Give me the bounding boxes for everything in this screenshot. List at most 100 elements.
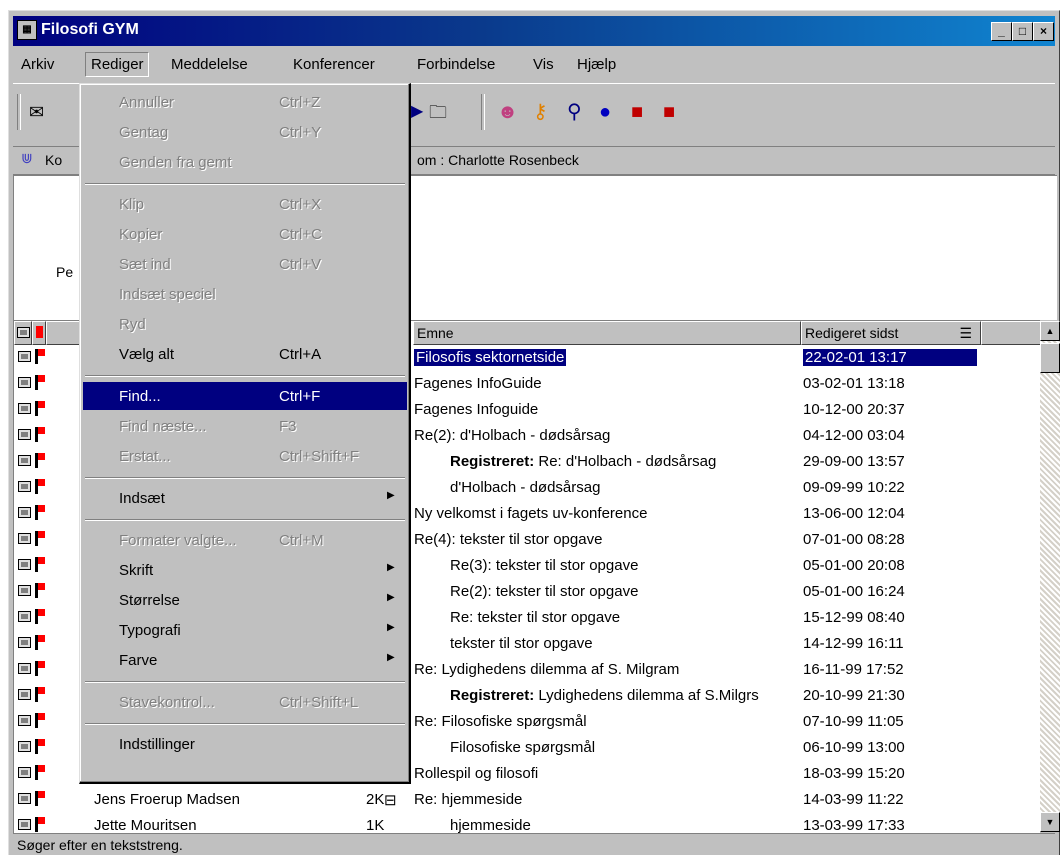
minimize-button[interactable]: _	[991, 22, 1012, 41]
menu-item-find-næste[interactable]: Find næste... F3	[83, 412, 407, 440]
row-subject: Rollespil og filosofi	[414, 765, 539, 782]
menu-item-vælg-alt[interactable]: Vælg alt Ctrl+A	[83, 340, 407, 368]
mail-icon	[18, 377, 31, 388]
menu-item-gentag[interactable]: Gentag Ctrl+Y	[83, 118, 407, 146]
menu-konferencer[interactable]: Konferencer	[293, 56, 375, 73]
flag-icon	[35, 687, 45, 702]
row-subject: Re(2): tekster til stor opgave	[450, 583, 639, 600]
mail-icon	[18, 351, 31, 362]
scroll-up-icon[interactable]: ▲	[1040, 321, 1060, 341]
menu-hjaelp[interactable]: Hjælp	[577, 56, 616, 73]
mail-icon	[18, 793, 31, 804]
menu-item-label: Stavekontrol...	[119, 694, 215, 711]
menu-item-shortcut: Ctrl+M	[279, 532, 324, 549]
users-icon[interactable]: ☻	[497, 100, 518, 124]
menu-item-farve[interactable]: Farve ▶	[83, 646, 407, 674]
menu-item-typografi[interactable]: Typografi ▶	[83, 616, 407, 644]
row-date: 07-10-99 11:05	[803, 713, 904, 730]
close-button[interactable]: ×	[1033, 22, 1054, 41]
menu-item-stavekontrol[interactable]: Stavekontrol... Ctrl+Shift+L	[83, 688, 407, 716]
menu-item-label: Indstillinger	[119, 736, 195, 753]
mail-icon	[18, 741, 31, 752]
menu-item-shortcut: Ctrl+V	[279, 256, 322, 273]
row-date: 10-12-00 20:37	[803, 401, 905, 418]
maximize-button[interactable]: □	[1012, 22, 1033, 41]
menu-separator	[85, 183, 405, 185]
flag-icon	[35, 505, 45, 520]
flag-icon	[35, 583, 45, 598]
row-date: 03-02-01 13:18	[803, 375, 905, 392]
menu-item-formater-valgte[interactable]: Formater valgte... Ctrl+M	[83, 526, 407, 554]
vertical-scrollbar[interactable]: ▲ ▼	[1040, 321, 1060, 832]
bomb-icon[interactable]: ●	[599, 100, 611, 124]
column-header-empty	[981, 321, 1040, 345]
menu-item-kopier[interactable]: Kopier Ctrl+C	[83, 220, 407, 248]
row-subject: Re(3): tekster til stor opgave	[450, 557, 639, 574]
menu-item-shortcut: Ctrl+Shift+F	[279, 448, 360, 465]
mail-icon	[18, 585, 31, 596]
scroll-thumb[interactable]	[1040, 343, 1060, 373]
forward-icon[interactable]: ▶	[411, 100, 423, 124]
menu-item-skrift[interactable]: Skrift ▶	[83, 556, 407, 584]
column-header-edited[interactable]: Redigeret sidst ☰	[801, 321, 981, 345]
flag-up-icon[interactable]: ■	[663, 100, 675, 124]
flag-down-icon[interactable]: ■	[631, 100, 643, 124]
flag-icon	[35, 609, 45, 624]
mail-icon	[18, 507, 31, 518]
row-subject: tekster til stor opgave	[450, 635, 593, 652]
menu-item-sæt-ind[interactable]: Sæt ind Ctrl+V	[83, 250, 407, 278]
keys-icon[interactable]: ⚷	[533, 100, 548, 124]
menu-item-erstat[interactable]: Erstat... Ctrl+Shift+F	[83, 442, 407, 470]
mail-icon	[18, 403, 31, 414]
menu-rediger[interactable]: Rediger	[85, 52, 149, 77]
row-date: 18-03-99 15:20	[803, 765, 905, 782]
menu-item-shortcut: Ctrl+Y	[279, 124, 322, 141]
search-icon[interactable]: ⚲	[567, 100, 582, 124]
flag-icon	[35, 791, 45, 806]
row-date: 05-01-00 16:24	[803, 583, 905, 600]
scroll-down-icon[interactable]: ▼	[1040, 812, 1060, 832]
menu-item-indstillinger[interactable]: Indstillinger	[83, 730, 407, 758]
menu-item-label: Annuller	[119, 94, 175, 111]
menu-item-annuller[interactable]: Annuller Ctrl+Z	[83, 88, 407, 116]
menu-item-indsæt-speciel[interactable]: Indsæt speciel	[83, 280, 407, 308]
row-subject: Ny velkomst i fagets uv-konference	[414, 505, 648, 522]
menu-item-find[interactable]: Find... Ctrl+F	[83, 382, 407, 410]
column-header-subject[interactable]: Emne	[413, 321, 801, 345]
open-folder-icon[interactable]: 🗀	[429, 100, 447, 124]
submenu-arrow-icon: ▶	[387, 592, 395, 603]
title-bar[interactable]: ▦ Filosofi GYM _ □ ×	[13, 16, 1055, 46]
menu-vis[interactable]: Vis	[533, 56, 554, 73]
menu-item-ryd[interactable]: Ryd	[83, 310, 407, 338]
message-row[interactable]: Jette Mouritsen 1K hjemmeside 13-03-99 17:3…	[14, 814, 1040, 833]
menu-item-størrelse[interactable]: Størrelse ▶	[83, 586, 407, 614]
menu-meddelelse[interactable]: Meddelelse	[171, 56, 248, 73]
menu-separator	[85, 723, 405, 725]
column-icon-mail[interactable]	[14, 321, 32, 345]
flag-icon	[35, 713, 45, 728]
rediger-dropdown-menu: Annuller Ctrl+Z Gentag Ctrl+Y Genden fra gem…	[79, 83, 411, 784]
row-subject: Filosofiske spørgsmål	[450, 739, 596, 756]
mail-icon	[18, 767, 31, 778]
message-row[interactable]: Jens Froerup Madsen 2K ⊟ Re: hjemmeside 14-0…	[14, 788, 1040, 814]
new-message-icon[interactable]: ✉	[29, 100, 44, 124]
menu-item-indsæt[interactable]: Indsæt ▶	[83, 484, 407, 512]
menu-item-genden-fra-gemt[interactable]: Genden fra gemt	[83, 148, 407, 176]
app-icon[interactable]: ▦	[17, 20, 37, 40]
column-icon-flag[interactable]	[32, 321, 46, 345]
mail-icon	[18, 559, 31, 570]
menu-item-shortcut: Ctrl+C	[279, 226, 322, 243]
mail-icon	[18, 689, 31, 700]
row-author: Jens Froerup Madsen	[94, 791, 240, 808]
menu-bar: Arkiv Rediger Meddelelse Konferencer For…	[13, 49, 1055, 79]
menu-arkiv[interactable]: Arkiv	[21, 56, 54, 73]
registered-label: Registreret:	[450, 687, 535, 704]
mail-icon	[18, 533, 31, 544]
mail-icon	[18, 663, 31, 674]
row-subject: hjemmeside	[450, 817, 531, 833]
flag-icon	[35, 817, 45, 832]
menu-item-klip[interactable]: Klip Ctrl+X	[83, 190, 407, 218]
menu-item-label: Formater valgte...	[119, 532, 237, 549]
menu-forbindelse[interactable]: Forbindelse	[417, 56, 495, 73]
menu-item-shortcut: Ctrl+X	[279, 196, 322, 213]
